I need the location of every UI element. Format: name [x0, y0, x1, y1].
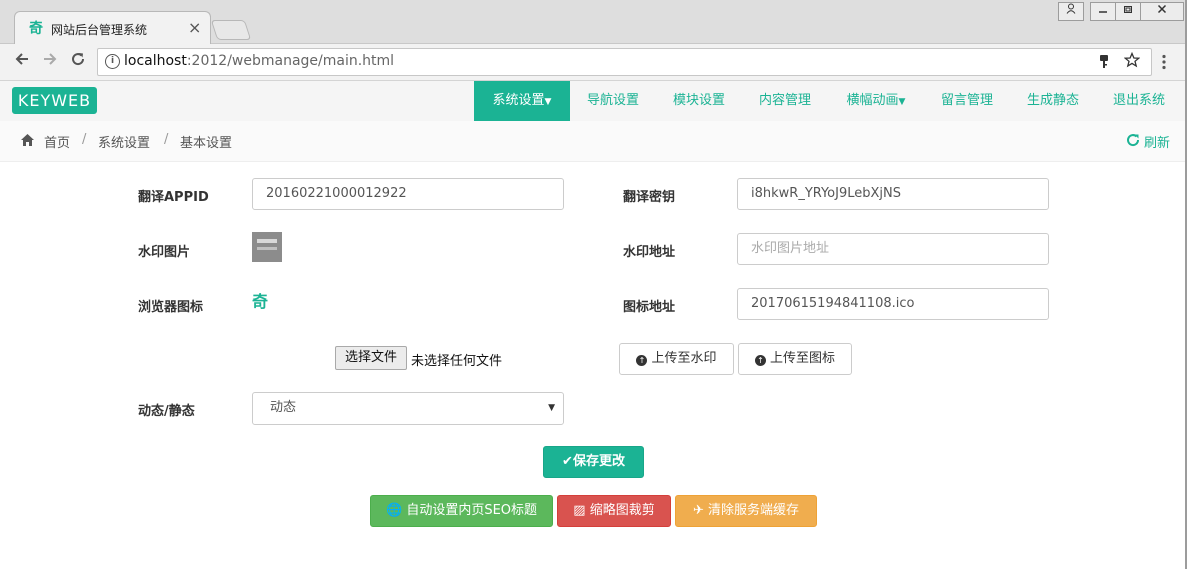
home-icon[interactable]: [20, 133, 35, 151]
upload-watermark-button[interactable]: ↑ 上传至水印: [619, 343, 734, 375]
breadcrumb-system-settings[interactable]: 系统设置: [98, 132, 150, 151]
user-profile-icon[interactable]: [1058, 2, 1084, 21]
browser-toolbar: i localhost:2012/webmanage/main.html: [0, 44, 1187, 81]
back-icon[interactable]: [12, 51, 32, 71]
menu-kebab-icon[interactable]: [1162, 54, 1166, 74]
appid-label: 翻译APPID: [138, 190, 209, 205]
reload-icon[interactable]: [68, 51, 88, 71]
nav-module-settings[interactable]: 模块设置: [657, 81, 741, 121]
breadcrumb-home[interactable]: 首页: [44, 132, 70, 151]
url-text: localhost:2012/webmanage/main.html: [124, 53, 395, 69]
file-status-text: 未选择任何文件: [411, 354, 503, 369]
upload-icon-button[interactable]: ↑ 上传至图标: [738, 343, 852, 375]
watermark-address-label: 水印地址: [623, 245, 676, 260]
favicon-label: 浏览器图标: [138, 300, 204, 315]
key-icon[interactable]: [1099, 54, 1109, 73]
caret-down-icon: ▼: [898, 97, 906, 107]
upload-circle-icon: ↑: [636, 355, 648, 366]
app-navbar: KEYWEB 系统设置▼ 导航设置 模块设置 内容管理 横幅动画▼ 留言管理 生…: [0, 81, 1187, 121]
nav-message-management[interactable]: 留言管理: [925, 81, 1009, 121]
watermark-image-thumbnail[interactable]: [252, 232, 282, 262]
appid-input[interactable]: 20160221000012922: [252, 178, 564, 210]
site-favicon-icon: 奇: [29, 21, 43, 37]
caret-down-icon: ▼: [544, 97, 552, 107]
refresh-link[interactable]: 刷新: [1144, 132, 1170, 151]
picture-icon: ▨: [573, 503, 586, 518]
plane-icon: ✈: [692, 503, 704, 518]
nav-content-management[interactable]: 内容管理: [743, 81, 827, 121]
forward-icon[interactable]: [40, 51, 60, 71]
upload-circle-icon: ↑: [754, 355, 766, 366]
refresh-icon[interactable]: [1126, 133, 1140, 151]
mode-select[interactable]: 动态 ▼: [252, 392, 564, 425]
nav-navigation-settings[interactable]: 导航设置: [571, 81, 655, 121]
breadcrumb-separator: /: [82, 132, 87, 147]
check-icon: ✔: [562, 454, 573, 469]
tab-title: 网站后台管理系统: [51, 23, 148, 37]
nav-system-settings[interactable]: 系统设置▼: [474, 81, 570, 121]
browser-tab[interactable]: 奇 网站后台管理系统 ×: [14, 11, 211, 45]
watermark-image-label: 水印图片: [138, 245, 191, 260]
icon-address-label: 图标地址: [623, 300, 676, 315]
breadcrumb: 首页 / 系统设置 / 基本设置 刷新: [0, 121, 1187, 162]
globe-icon: 🌐: [385, 503, 403, 518]
icon-address-input[interactable]: 20170615194841108.ico: [737, 288, 1049, 320]
key-input[interactable]: i8hkwR_YRYoJ9LebXjNS: [737, 178, 1049, 210]
restore-icon[interactable]: [1115, 2, 1141, 21]
watermark-address-input[interactable]: 水印图片地址: [737, 233, 1049, 265]
key-label: 翻译密钥: [623, 190, 676, 205]
breadcrumb-basic-settings: 基本设置: [180, 136, 233, 151]
nav-generate-static[interactable]: 生成静态: [1011, 81, 1095, 121]
title-bar: 奇 网站后台管理系统 ×: [0, 0, 1187, 45]
select-arrow-icon: ▼: [548, 403, 555, 413]
minimize-icon[interactable]: [1090, 2, 1116, 21]
close-window-icon[interactable]: [1140, 2, 1184, 21]
keyweb-logo[interactable]: KEYWEB: [12, 87, 97, 114]
new-tab-button[interactable]: [210, 20, 252, 40]
breadcrumb-separator: /: [164, 132, 169, 147]
tab-close-icon[interactable]: ×: [188, 18, 201, 37]
site-info-icon[interactable]: i: [105, 54, 120, 69]
bookmark-star-icon[interactable]: [1123, 51, 1141, 72]
address-bar[interactable]: i localhost:2012/webmanage/main.html: [97, 48, 1152, 76]
thumbnail-crop-button[interactable]: ▨ 缩略图裁剪: [557, 495, 671, 527]
nav-banner-animation[interactable]: 横幅动画▼: [829, 81, 923, 121]
auto-seo-title-button[interactable]: 🌐 自动设置内页SEO标题: [370, 495, 553, 527]
choose-file-button[interactable]: 选择文件: [335, 346, 407, 370]
mode-label: 动态/静态: [138, 404, 195, 419]
nav-logout[interactable]: 退出系统: [1097, 81, 1181, 121]
favicon-preview-icon: 奇: [252, 292, 269, 311]
clear-cache-button[interactable]: ✈ 清除服务端缓存: [675, 495, 817, 527]
save-changes-button[interactable]: ✔保存更改: [543, 446, 644, 478]
